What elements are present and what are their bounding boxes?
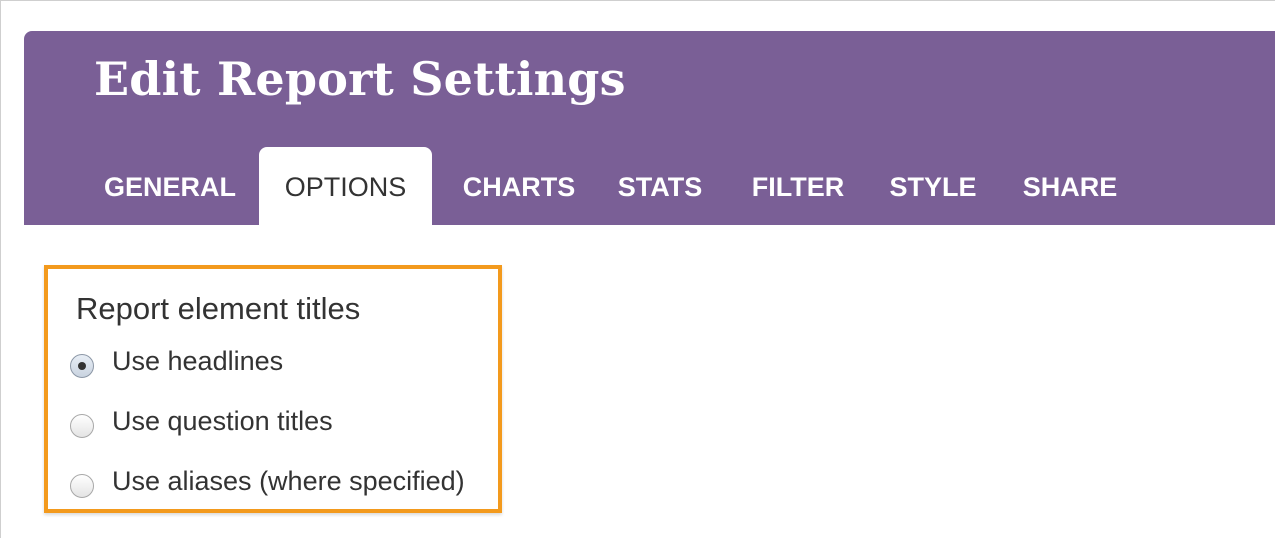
option-label: Use aliases (where specified) [112,466,465,496]
settings-header: Edit Report Settings GENERAL OPTIONS CHA… [24,31,1275,227]
panel-title: Report element titles [76,291,361,326]
option-use-question-titles[interactable]: Use question titles [70,403,333,439]
option-label: Use headlines [112,346,284,376]
tab-style[interactable]: STYLE [876,147,990,225]
option-use-aliases[interactable]: Use aliases (where specified) [70,463,465,499]
option-use-headlines[interactable]: Use headlines [70,343,283,379]
radio-unchecked-icon[interactable] [70,414,94,438]
tab-options[interactable]: OPTIONS [259,147,432,227]
tab-charts[interactable]: CHARTS [444,147,594,225]
radio-checked-icon[interactable] [70,354,94,378]
radio-unchecked-icon[interactable] [70,474,94,498]
settings-tabs: GENERAL OPTIONS CHARTS STATS FILTER STYL… [24,147,1275,227]
option-label: Use question titles [112,406,333,436]
tab-filter[interactable]: FILTER [736,147,860,225]
tab-share[interactable]: SHARE [1008,147,1132,225]
window-frame: Edit Report Settings GENERAL OPTIONS CHA… [0,0,1275,538]
page-title: Edit Report Settings [94,52,626,106]
report-element-titles-panel: Report element titles Use headlines Use … [44,265,502,513]
tab-stats[interactable]: STATS [604,147,716,225]
tab-general[interactable]: GENERAL [86,147,254,225]
